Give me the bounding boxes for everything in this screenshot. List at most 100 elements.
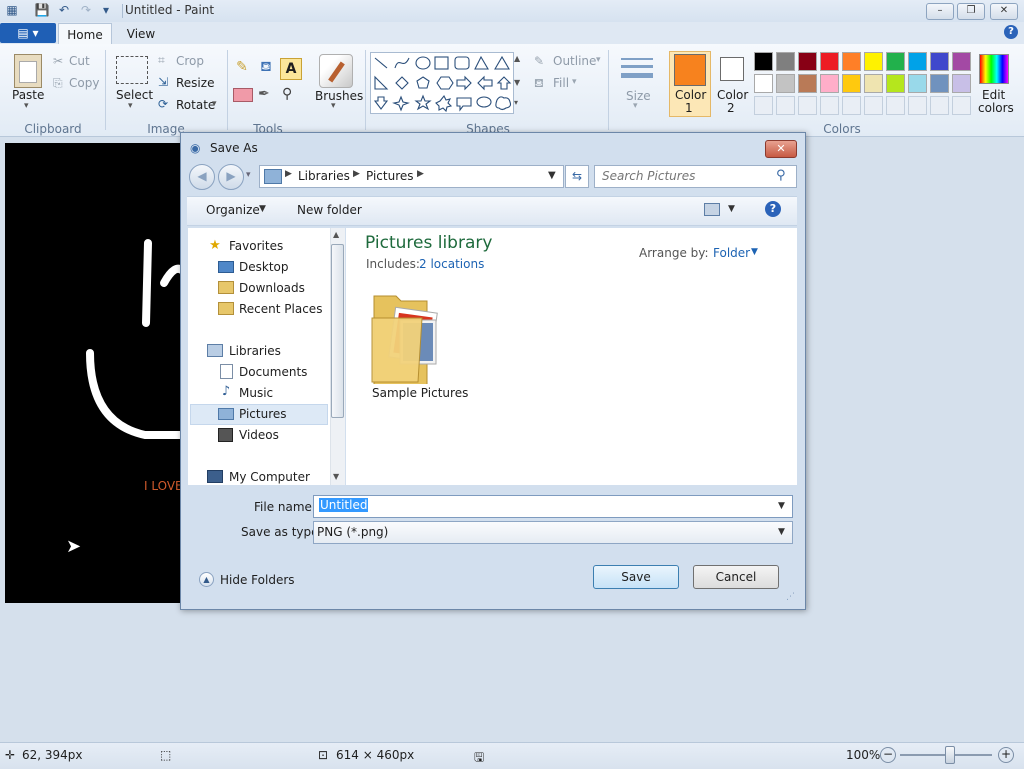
paint-menu-button[interactable]: ▤ ▾: [0, 23, 56, 43]
dialog-help-icon[interactable]: ?: [765, 201, 781, 217]
color-swatch[interactable]: [776, 52, 795, 71]
edit-colors-button[interactable]: Edit: [982, 88, 1005, 102]
save-button[interactable]: Save: [593, 565, 679, 589]
crop-button[interactable]: Crop: [176, 54, 204, 68]
nav-item-music[interactable]: Music: [239, 386, 273, 400]
address-dropdown-icon[interactable]: ▼: [548, 170, 556, 181]
search-box[interactable]: ⚲: [594, 165, 797, 188]
file-name-input[interactable]: Untitled ▼: [313, 495, 793, 518]
resize-button[interactable]: Resize: [176, 76, 214, 90]
pencil-icon[interactable]: ✎: [232, 59, 252, 79]
file-name-dropdown-icon[interactable]: ▼: [778, 501, 785, 511]
color-swatch[interactable]: [798, 52, 817, 71]
outline-dropdown-icon[interactable]: ▾: [596, 55, 601, 65]
custom-color-slot[interactable]: [842, 96, 861, 115]
breadcrumb-separator-icon[interactable]: ▶: [353, 169, 360, 179]
eraser-icon[interactable]: [233, 88, 253, 102]
custom-color-slot[interactable]: [754, 96, 773, 115]
custom-color-slot[interactable]: [930, 96, 949, 115]
color-swatch[interactable]: [908, 74, 927, 93]
fill-button[interactable]: Fill: [553, 76, 569, 90]
nav-item-downloads[interactable]: Downloads: [239, 281, 305, 295]
nav-item-desktop[interactable]: Desktop: [239, 260, 289, 274]
forward-button[interactable]: ▶: [218, 164, 244, 190]
custom-color-slot[interactable]: [908, 96, 927, 115]
rotate-dropdown-icon[interactable]: ▾: [212, 99, 217, 109]
text-tool-icon[interactable]: A: [280, 58, 302, 80]
rotate-button[interactable]: Rotate: [176, 98, 215, 112]
cut-button[interactable]: Cut: [69, 54, 90, 68]
color-picker-icon[interactable]: ✒: [258, 86, 270, 102]
outline-button[interactable]: Outline: [553, 54, 596, 68]
size-icon[interactable]: [621, 56, 653, 82]
minimize-button[interactable]: –: [926, 3, 954, 20]
refresh-icon[interactable]: ⇆: [565, 165, 589, 188]
dialog-close-button[interactable]: ✕: [765, 140, 797, 158]
color-swatch[interactable]: [820, 52, 839, 71]
size-dropdown-icon[interactable]: ▾: [633, 101, 638, 111]
breadcrumb-libraries[interactable]: Libraries: [298, 169, 350, 183]
shapes-scroll-up-icon[interactable]: ▲: [514, 54, 520, 63]
color-swatch[interactable]: [864, 74, 883, 93]
custom-color-slot[interactable]: [798, 96, 817, 115]
new-folder-button[interactable]: New folder: [297, 203, 362, 217]
select-button[interactable]: Select: [116, 88, 153, 102]
color-swatch[interactable]: [952, 74, 971, 93]
scroll-down-icon[interactable]: ▼: [333, 472, 339, 481]
undo-icon[interactable]: ↶: [56, 3, 72, 18]
save-type-select[interactable]: PNG (*.png) ▼: [313, 521, 793, 544]
nav-item-pictures[interactable]: Pictures: [239, 407, 287, 421]
redo-icon[interactable]: ↷: [78, 3, 94, 18]
color-swatch[interactable]: [798, 74, 817, 93]
organize-dropdown-icon[interactable]: ▼: [259, 204, 266, 214]
shapes-scroll-down-icon[interactable]: ▼: [514, 78, 520, 87]
change-view-icon[interactable]: [704, 203, 720, 216]
custom-color-slot[interactable]: [864, 96, 883, 115]
color-swatch[interactable]: [886, 74, 905, 93]
magnifier-icon[interactable]: ⚲: [282, 86, 292, 102]
hide-folders-button[interactable]: Hide Folders: [220, 573, 295, 587]
color-swatch[interactable]: [820, 74, 839, 93]
size-button[interactable]: Size: [626, 89, 651, 103]
color-swatch[interactable]: [930, 74, 949, 93]
maximize-button[interactable]: ❐: [957, 3, 985, 20]
edit-colors-button-line2[interactable]: colors: [978, 101, 1014, 115]
customize-quick-access-icon[interactable]: ▾: [98, 3, 114, 18]
includes-locations-link[interactable]: 2 locations: [419, 257, 484, 271]
brushes-dropdown-icon[interactable]: ▾: [331, 101, 336, 111]
shapes-gallery[interactable]: [370, 52, 514, 114]
color-swatch[interactable]: [754, 74, 773, 93]
search-icon[interactable]: ⚲: [776, 168, 786, 183]
arrange-by-dropdown[interactable]: Folder: [713, 246, 750, 260]
brushes-button[interactable]: Brushes: [315, 89, 363, 103]
nav-item-my-computer[interactable]: My Computer: [229, 470, 310, 484]
paste-button[interactable]: Paste: [12, 88, 44, 102]
zoom-slider-thumb[interactable]: [945, 746, 955, 764]
save-type-dropdown-icon[interactable]: ▼: [778, 527, 785, 537]
cancel-button[interactable]: Cancel: [693, 565, 779, 589]
nav-item-favorites[interactable]: Favorites: [229, 239, 283, 253]
arrange-dropdown-icon[interactable]: ▼: [751, 247, 758, 257]
paste-dropdown-icon[interactable]: ▾: [24, 101, 29, 111]
scroll-up-icon[interactable]: ▲: [333, 230, 339, 239]
breadcrumb-separator-icon[interactable]: ▶: [417, 169, 424, 179]
tab-home[interactable]: Home: [58, 23, 112, 46]
shapes-expand-icon[interactable]: ▾: [514, 98, 518, 107]
custom-color-slot[interactable]: [886, 96, 905, 115]
color-swatch[interactable]: [754, 52, 773, 71]
hide-folders-icon[interactable]: ▲: [199, 572, 214, 587]
breadcrumb-pictures[interactable]: Pictures: [366, 169, 414, 183]
folder-sample-pictures[interactable]: [370, 288, 442, 386]
paste-icon[interactable]: [14, 54, 42, 88]
custom-color-slot[interactable]: [820, 96, 839, 115]
save-icon[interactable]: 💾: [34, 3, 50, 18]
nav-item-recent-places[interactable]: Recent Places: [239, 302, 322, 316]
color-swatch[interactable]: [886, 52, 905, 71]
nav-item-videos[interactable]: Videos: [239, 428, 279, 442]
zoom-in-button[interactable]: +: [998, 747, 1014, 763]
zoom-out-button[interactable]: −: [880, 747, 896, 763]
color-swatch[interactable]: [908, 52, 927, 71]
fill-bucket-icon[interactable]: ⛾: [256, 59, 276, 79]
view-dropdown-icon[interactable]: ▼: [728, 204, 735, 214]
color-swatch[interactable]: [842, 52, 861, 71]
